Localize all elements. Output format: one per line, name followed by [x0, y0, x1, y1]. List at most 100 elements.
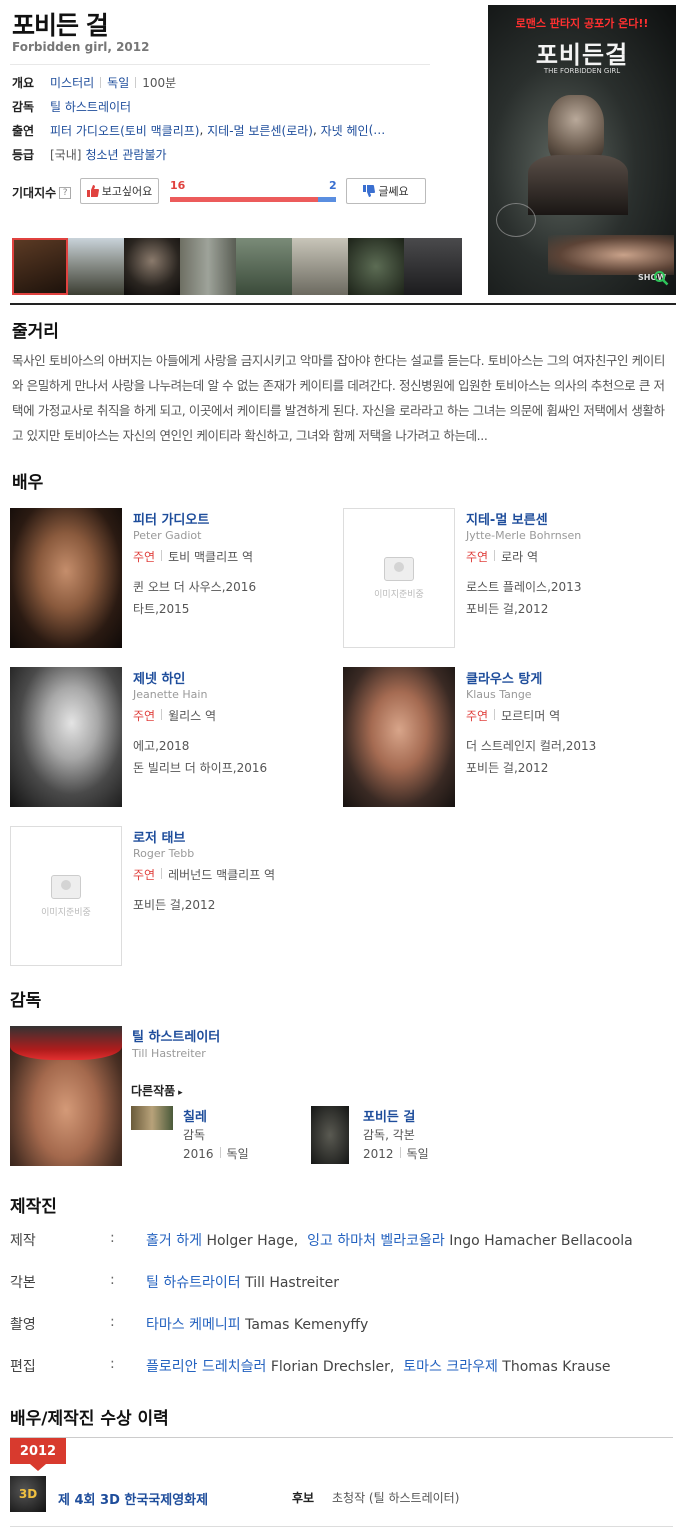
crew-row: 촬영: 타마스 케메니피 Tamas Kemenyffy — [10, 1314, 369, 1333]
info-cast: 출연 피터 가디오트 (토비 맥클리프), 지테-멀 보른센 (로라), 자넷 헤인… — [12, 122, 386, 139]
cast-link-1[interactable]: 피터 가디오트 — [50, 122, 120, 139]
director-photo[interactable] — [10, 1026, 122, 1166]
crew-link[interactable]: 타마스 케메니피 — [146, 1317, 241, 1333]
work-thumb[interactable] — [131, 1106, 173, 1130]
actor-photo-placeholder[interactable]: 이미지준비중 — [10, 826, 122, 966]
synopsis-heading: 줄거리 — [12, 322, 59, 342]
divider — [10, 1526, 673, 1527]
crew-link[interactable]: 잉고 하마처 벨라코올라 — [307, 1233, 445, 1249]
crew-link[interactable]: 토마스 크라우제 — [403, 1359, 498, 1375]
awards-heading: 배우/제작진 수상 이력 — [10, 1409, 169, 1429]
award-detail: 초청작 (틸 하스트레이터) — [332, 1491, 460, 1505]
actor-role: 주연 로라 역 — [466, 550, 539, 564]
actor-eng-name: Roger Tebb — [133, 847, 195, 860]
help-icon[interactable]: ? — [59, 186, 72, 199]
image-placeholder-icon — [51, 874, 81, 899]
still-image[interactable] — [348, 238, 404, 295]
cast-heading: 배우 — [12, 473, 44, 493]
still-image[interactable] — [124, 238, 180, 295]
cast-role-1: (토비 맥클리프) — [120, 123, 200, 138]
cast-link-2[interactable]: 지테-멀 보른센 — [207, 122, 281, 139]
actor-work[interactable]: 에고,2018 — [133, 737, 189, 754]
director-heading: 감독 — [10, 991, 42, 1011]
runtime: 100분 — [142, 75, 177, 90]
award-year-badge: 2012 — [10, 1438, 66, 1471]
still-image[interactable] — [404, 238, 462, 295]
festival-name[interactable]: 제 4회 3D 한국국제영화제 — [58, 1489, 208, 1508]
thumbs-up-icon — [86, 185, 99, 197]
still-image[interactable] — [68, 238, 124, 295]
actor-name[interactable]: 로저 태브 — [133, 827, 185, 846]
expectation-label: 기대지수 ? — [12, 184, 72, 201]
crew-row: 편집: 플로리안 드레치슬러 Florian Drechsler, 토마스 크라… — [10, 1356, 611, 1375]
info-director: 감독 틸 하스트레이터 — [12, 97, 428, 115]
movie-poster[interactable]: 로맨스 판타지 공포가 온다!! 포비든걸 THE FORBIDDEN GIRL… — [488, 5, 676, 295]
expectation-bar-like — [170, 197, 318, 202]
actor-photo[interactable] — [10, 667, 122, 807]
actor-name[interactable]: 피터 가디오트 — [133, 509, 209, 528]
actor-name[interactable]: 제넷 하인 — [133, 668, 185, 687]
actor-work[interactable]: 퀸 오브 더 사우스,2016 — [133, 578, 256, 595]
actor-work[interactable]: 포비든 걸,2012 — [466, 600, 548, 617]
actor-photo[interactable] — [10, 508, 122, 648]
actor-photo-placeholder[interactable]: 이미지준비중 — [343, 508, 455, 648]
actor-role: 주연 모르티머 역 — [466, 709, 561, 723]
zoom-icon[interactable] — [653, 270, 669, 286]
genre-link[interactable]: 미스터리 — [50, 74, 94, 91]
work-meta: 2016 독일 — [183, 1147, 249, 1161]
actor-photo[interactable] — [343, 667, 455, 807]
still-image[interactable] — [292, 238, 348, 295]
rating-link[interactable]: 청소년 관람불가 — [85, 146, 166, 163]
work-thumb[interactable] — [311, 1106, 349, 1164]
divider — [10, 1437, 673, 1438]
actor-eng-name: Jytte-Merle Bohrnsen — [466, 529, 582, 542]
divider — [10, 64, 430, 65]
poster-tagline: 로맨스 판타지 공포가 온다!! — [515, 17, 649, 30]
overview-label: 개요 — [12, 75, 35, 90]
cast-label: 출연 — [12, 123, 35, 138]
thumbs-down-icon — [363, 185, 376, 197]
want-to-see-button[interactable]: 보고싶어요 — [80, 178, 159, 204]
crew-row: 제작: 홀거 하게 Holger Hage, 잉고 하마처 벨라코올라 Ingo… — [10, 1230, 633, 1249]
director-label: 감독 — [12, 99, 35, 114]
actor-work[interactable]: 로스트 플레이스,2013 — [466, 578, 581, 595]
rating-label: 등급 — [12, 147, 35, 162]
actor-work[interactable]: 더 스트레인지 컬러,2013 — [466, 737, 596, 754]
crew-heading: 제작진 — [10, 1197, 57, 1217]
crew-link[interactable]: 플로리안 드레치슬러 — [146, 1359, 266, 1375]
actor-work[interactable]: 타트,2015 — [133, 600, 189, 617]
crew-link[interactable]: 홀거 하게 — [146, 1233, 202, 1249]
synopsis-text: 목사인 토비아스의 아버지는 아들에게 사랑을 금지시키고 악마를 잡아야 한다… — [12, 353, 666, 443]
work-title[interactable]: 칠레 — [183, 1106, 207, 1125]
still-image[interactable] — [236, 238, 292, 295]
work-role: 감독 — [183, 1128, 206, 1142]
actor-eng-name: Klaus Tange — [466, 688, 532, 701]
work-title[interactable]: 포비든 걸 — [363, 1106, 415, 1125]
actor-eng-name: Jeanette Hain — [133, 688, 208, 701]
not-sure-button[interactable]: 글쎄요 — [346, 178, 426, 204]
still-image[interactable] — [12, 238, 68, 295]
dislike-count: 2 — [329, 179, 337, 192]
poster-title: 포비든걸 — [535, 40, 629, 69]
work-role: 감독, 각본 — [363, 1128, 415, 1142]
actor-work[interactable]: 포비든 걸,2012 — [466, 759, 548, 776]
cast-role-3: (… — [368, 123, 386, 137]
still-image[interactable] — [180, 238, 236, 295]
actor-name[interactable]: 지테-멀 보른센 — [466, 509, 548, 528]
want-to-see-label: 보고싶어요 — [101, 185, 153, 198]
poster-eng-title: THE FORBIDDEN GIRL — [543, 67, 621, 75]
country-link[interactable]: 독일 — [107, 74, 129, 91]
info-overview: 개요 미스터리 독일 100분 — [12, 73, 428, 91]
actor-work[interactable]: 포비든 걸,2012 — [133, 896, 215, 913]
page-title: 포비든 걸 — [12, 11, 109, 40]
director-name[interactable]: 틸 하스트레이터 — [132, 1026, 220, 1045]
festival-logo: 3D — [10, 1476, 46, 1512]
actor-work[interactable]: 돈 빌리브 더 하이프,2016 — [133, 759, 267, 776]
cast-link-3[interactable]: 자넷 헤인 — [321, 122, 369, 139]
actor-name[interactable]: 클라우스 탕게 — [466, 668, 542, 687]
crew-link[interactable]: 틸 하슈트라이터 — [146, 1275, 241, 1291]
cast-role-2: (로라) — [281, 123, 313, 138]
other-works-label[interactable]: 다른작품 ▸ — [131, 1082, 183, 1099]
actor-role: 주연 토비 맥클리프 역 — [133, 550, 254, 564]
director-link[interactable]: 틸 하스트레이터 — [50, 98, 131, 115]
